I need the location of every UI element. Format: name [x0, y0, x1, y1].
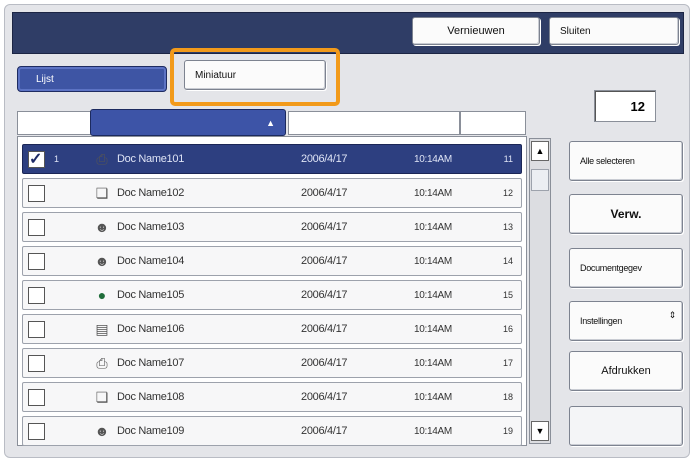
close-button[interactable]: Sluiten [549, 17, 679, 45]
scroll-up-button[interactable]: ▲ [531, 141, 549, 161]
select-all-button[interactable]: Alle selecteren [569, 141, 683, 181]
column-header-date[interactable] [288, 111, 460, 135]
doc-time: 10:14AM [414, 153, 452, 165]
scroll-down-button[interactable]: ▼ [531, 421, 549, 441]
doc-name: Doc Name106 [117, 323, 185, 335]
row-checkbox[interactable] [28, 320, 45, 338]
doc-pages: 19 [502, 426, 513, 436]
user-icon: ☻ [94, 423, 110, 439]
row-checkbox[interactable] [28, 354, 45, 372]
doc-time: 10:14AM [414, 323, 452, 335]
table-row[interactable]: ❏ Doc Name102 2006/4/17 10:14AM 12 [22, 178, 522, 208]
settings-button[interactable]: Instellingen ⇕ [569, 301, 683, 341]
tab-thumbnail[interactable]: Miniatuur [184, 60, 326, 90]
doc-time: 10:14AM [414, 425, 452, 437]
doc-pages: 16 [502, 324, 513, 334]
dropdown-arrow-icon: ⇕ [668, 310, 677, 320]
doc-time: 10:14AM [414, 187, 452, 199]
table-row[interactable]: ▤ Doc Name106 2006/4/17 10:14AM 16 [22, 314, 522, 344]
refresh-button[interactable]: Vernieuwen [412, 17, 540, 45]
row-checkbox[interactable] [28, 218, 45, 236]
list-scrollbar[interactable]: ▲ ▼ [529, 138, 551, 444]
triangle-down-icon: ▼ [535, 426, 545, 436]
doc-pages: 14 [502, 256, 513, 266]
scrollbar-thumb[interactable] [531, 169, 549, 191]
doc-name: Doc Name105 [117, 289, 185, 301]
doc-name: Doc Name108 [117, 391, 185, 403]
doc-date: 2006/4/17 [301, 187, 348, 199]
column-header-pages[interactable] [460, 111, 526, 135]
doc-date: 2006/4/17 [301, 255, 348, 267]
doc-pages: 11 [503, 154, 513, 164]
table-row[interactable]: ☻ Doc Name104 2006/4/17 10:14AM 14 [22, 246, 522, 276]
doc-time: 10:14AM [414, 357, 452, 369]
doc-date: 2006/4/17 [301, 153, 348, 165]
doc-name: Doc Name102 [117, 187, 185, 199]
tab-list[interactable]: Lijst [17, 66, 167, 92]
row-checkbox[interactable] [28, 422, 45, 440]
doc-date: 2006/4/17 [301, 425, 348, 437]
row-checkbox[interactable] [28, 149, 45, 169]
globe-icon: ● [97, 287, 107, 303]
table-row[interactable]: ☻ Doc Name103 2006/4/17 10:14AM 13 [22, 212, 522, 242]
doc-pages: 12 [502, 188, 513, 198]
row-checkbox[interactable] [28, 388, 45, 406]
settings-label: Instellingen [580, 316, 622, 326]
table-row[interactable]: ☻ Doc Name109 2006/4/17 10:14AM 19 [22, 416, 522, 446]
table-row[interactable]: ❏ Doc Name108 2006/4/17 10:14AM 18 [22, 382, 522, 412]
sort-ascending-icon: ▲ [266, 117, 275, 128]
folder-icon: ▤ [95, 320, 109, 337]
doc-pages: 15 [502, 290, 513, 300]
column-header-select[interactable] [17, 111, 92, 135]
doc-pages: 17 [502, 358, 513, 368]
doc-name: Doc Name109 [117, 425, 185, 437]
doc-name: Doc Name107 [117, 357, 185, 369]
table-row[interactable]: ⎙ Doc Name107 2006/4/17 10:14AM 17 [22, 348, 522, 378]
printer-icon: ⎙ [96, 354, 108, 371]
document-icon: ❏ [95, 388, 109, 405]
row-index: 1 [54, 154, 60, 164]
doc-time: 10:14AM [414, 255, 452, 267]
row-checkbox[interactable] [28, 184, 45, 202]
doc-date: 2006/4/17 [301, 289, 348, 301]
doc-pages: 13 [502, 222, 513, 232]
doc-name: Doc Name101 [117, 153, 185, 165]
doc-date: 2006/4/17 [301, 221, 348, 233]
document-details-button[interactable]: Documentgegev [569, 248, 683, 288]
document-list: 1 ⎙ Doc Name101 2006/4/17 10:14AM 11 ❏ D… [17, 136, 527, 446]
empty-button [569, 406, 683, 446]
table-row[interactable]: ● Doc Name105 2006/4/17 10:14AM 15 [22, 280, 522, 310]
document-counter: 12 [594, 90, 656, 122]
doc-time: 10:14AM [414, 289, 452, 301]
triangle-up-icon: ▲ [535, 146, 545, 156]
doc-name: Doc Name103 [117, 221, 185, 233]
user-icon: ☻ [94, 219, 110, 235]
doc-pages: 18 [502, 392, 513, 402]
print-button[interactable]: Afdrukken [569, 351, 683, 391]
doc-time: 10:14AM [414, 391, 452, 403]
doc-date: 2006/4/17 [301, 357, 348, 369]
doc-name: Doc Name104 [117, 255, 185, 267]
document-icon: ❏ [95, 184, 109, 201]
column-header-name[interactable]: ▲ [90, 109, 286, 136]
table-row[interactable]: 1 ⎙ Doc Name101 2006/4/17 10:14AM 11 [22, 144, 522, 174]
doc-date: 2006/4/17 [301, 391, 348, 403]
delete-button[interactable]: Verw. [569, 194, 683, 234]
printer-icon: ⎙ [96, 150, 108, 167]
doc-date: 2006/4/17 [301, 323, 348, 335]
row-checkbox[interactable] [28, 252, 45, 270]
doc-time: 10:14AM [414, 221, 452, 233]
row-checkbox[interactable] [28, 286, 45, 304]
user-icon: ☻ [94, 253, 110, 269]
